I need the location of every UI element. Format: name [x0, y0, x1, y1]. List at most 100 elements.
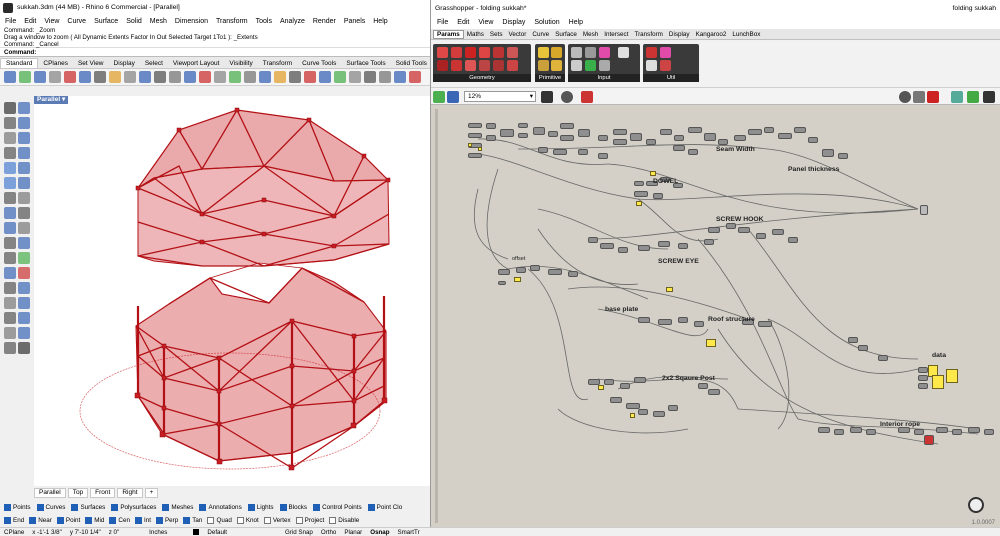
menu-item-mesh[interactable]: Mesh [150, 18, 167, 25]
gh-output-node[interactable] [920, 205, 928, 215]
gh-component-node[interactable] [858, 345, 868, 351]
gh-component-node[interactable] [772, 229, 784, 235]
gh-tab-transform[interactable]: Transform [631, 31, 665, 38]
gh-component-node[interactable] [538, 147, 548, 153]
menu-item-edit[interactable]: Edit [24, 18, 36, 25]
gh-tab-lunchbox[interactable]: LunchBox [729, 31, 763, 38]
gh-component-node[interactable] [918, 367, 928, 373]
left-tool-icon[interactable] [4, 192, 16, 204]
gh-component-node[interactable] [778, 133, 792, 139]
gh-menu-file[interactable]: File [437, 19, 448, 26]
gh-tab-mesh[interactable]: Mesh [580, 31, 601, 38]
left-tool-icon[interactable] [18, 132, 30, 144]
param-icon[interactable] [507, 60, 518, 71]
left-tool-icon[interactable] [4, 162, 16, 174]
left-tool-icon[interactable] [18, 177, 30, 189]
toolbar-tool-icon[interactable] [394, 71, 406, 83]
gh-component-node[interactable] [918, 375, 928, 381]
checkbox[interactable] [183, 516, 191, 524]
gh-component-node[interactable] [673, 145, 685, 151]
gh-component-node[interactable] [468, 123, 482, 128]
gh-component-node[interactable] [758, 321, 772, 327]
gh-component-node[interactable] [516, 267, 526, 273]
gh-colour-swatch-node[interactable] [924, 435, 934, 445]
gh-panel-param[interactable] [706, 339, 716, 347]
gh-component-node[interactable] [468, 133, 482, 138]
filter-lights[interactable]: Lights [247, 503, 274, 511]
filter-blocks[interactable]: Blocks [279, 503, 307, 511]
gh-tab-intersect[interactable]: Intersect [601, 31, 631, 38]
left-tool-icon[interactable] [4, 117, 16, 129]
viewport-tab-front[interactable]: Front [90, 488, 116, 498]
left-tool-icon[interactable] [4, 267, 16, 279]
menu-item-tools[interactable]: Tools [256, 18, 272, 25]
gh-component-node[interactable] [548, 131, 558, 137]
param-icon[interactable] [437, 47, 448, 58]
filter-control-points[interactable]: Control Points [313, 503, 362, 511]
left-tool-icon[interactable] [4, 327, 16, 339]
menu-item-dimension[interactable]: Dimension [175, 18, 208, 25]
gh-component-node[interactable] [674, 135, 684, 141]
gh-component-node[interactable] [704, 133, 716, 141]
checkbox[interactable] [313, 503, 321, 511]
gh-panel-param[interactable] [478, 147, 482, 151]
toolbar-tool-icon[interactable] [274, 71, 286, 83]
checkbox[interactable] [263, 516, 271, 524]
gh-component-node[interactable] [613, 129, 627, 135]
checkbox[interactable] [329, 516, 337, 524]
cherry-icon[interactable] [646, 47, 657, 58]
gh-panel-param[interactable] [932, 375, 944, 389]
gh-component-node[interactable] [646, 139, 656, 145]
gh-component-node[interactable] [500, 129, 514, 137]
gh-component-node[interactable] [914, 429, 924, 435]
osnap-point[interactable]: Point [56, 516, 80, 524]
gh-component-node[interactable] [634, 181, 644, 186]
checkbox[interactable] [85, 516, 93, 524]
toolbar-tool-icon[interactable] [124, 71, 136, 83]
viewport-tab-right[interactable]: Right [117, 488, 143, 498]
gh-component-node[interactable] [620, 383, 630, 389]
gh-component-node[interactable] [598, 153, 608, 159]
checkbox[interactable] [109, 516, 117, 524]
param-icon[interactable] [451, 60, 462, 71]
menu-item-view[interactable]: View [44, 18, 59, 25]
toggle-osnap[interactable]: Osnap [370, 529, 389, 536]
checkbox[interactable] [279, 503, 287, 511]
toolbar-tool-icon[interactable] [379, 71, 391, 83]
osnap-end[interactable]: End [4, 516, 24, 524]
gh-component-node[interactable] [866, 429, 876, 435]
param-icon[interactable] [451, 47, 462, 58]
left-tool-icon[interactable] [4, 342, 16, 354]
gh-component-node[interactable] [936, 427, 948, 433]
left-tool-icon[interactable] [18, 192, 30, 204]
osnap-near[interactable]: Near [29, 516, 52, 524]
toolbar-tab-standard[interactable]: Standard [0, 58, 39, 68]
gh-tab-surface[interactable]: Surface [552, 31, 580, 38]
gh-component-node[interactable] [498, 269, 510, 275]
gh-component-node[interactable] [598, 135, 608, 141]
menu-item-analyze[interactable]: Analyze [280, 18, 305, 25]
toolbar-tool-icon[interactable] [229, 71, 241, 83]
gh-component-node[interactable] [578, 129, 590, 137]
gh-component-node[interactable] [634, 377, 646, 383]
gh-component-node[interactable] [638, 245, 650, 251]
filter-curves[interactable]: Curves [36, 503, 65, 511]
gh-menu-edit[interactable]: Edit [457, 19, 469, 26]
gh-component-node[interactable] [984, 429, 994, 435]
gh-component-node[interactable] [653, 411, 665, 417]
gh-component-node[interactable] [613, 139, 627, 145]
left-tool-icon[interactable] [18, 117, 30, 129]
gh-component-node[interactable] [533, 127, 545, 135]
toolbar-tool-icon[interactable] [244, 71, 256, 83]
display-icon[interactable] [983, 91, 995, 103]
toolbar-tab-curve-tools[interactable]: Curve Tools [297, 59, 341, 68]
gh-panel-param[interactable] [630, 413, 635, 418]
sketch-icon[interactable] [541, 91, 553, 103]
gh-component-node[interactable] [834, 429, 844, 435]
gh-component-node[interactable] [734, 135, 746, 141]
mesh-settings-icon[interactable] [967, 91, 979, 103]
gh-component-node[interactable] [618, 247, 628, 253]
osnap-tan[interactable]: Tan [183, 516, 202, 524]
checkbox[interactable] [36, 503, 44, 511]
gh-component-node[interactable] [968, 427, 980, 433]
